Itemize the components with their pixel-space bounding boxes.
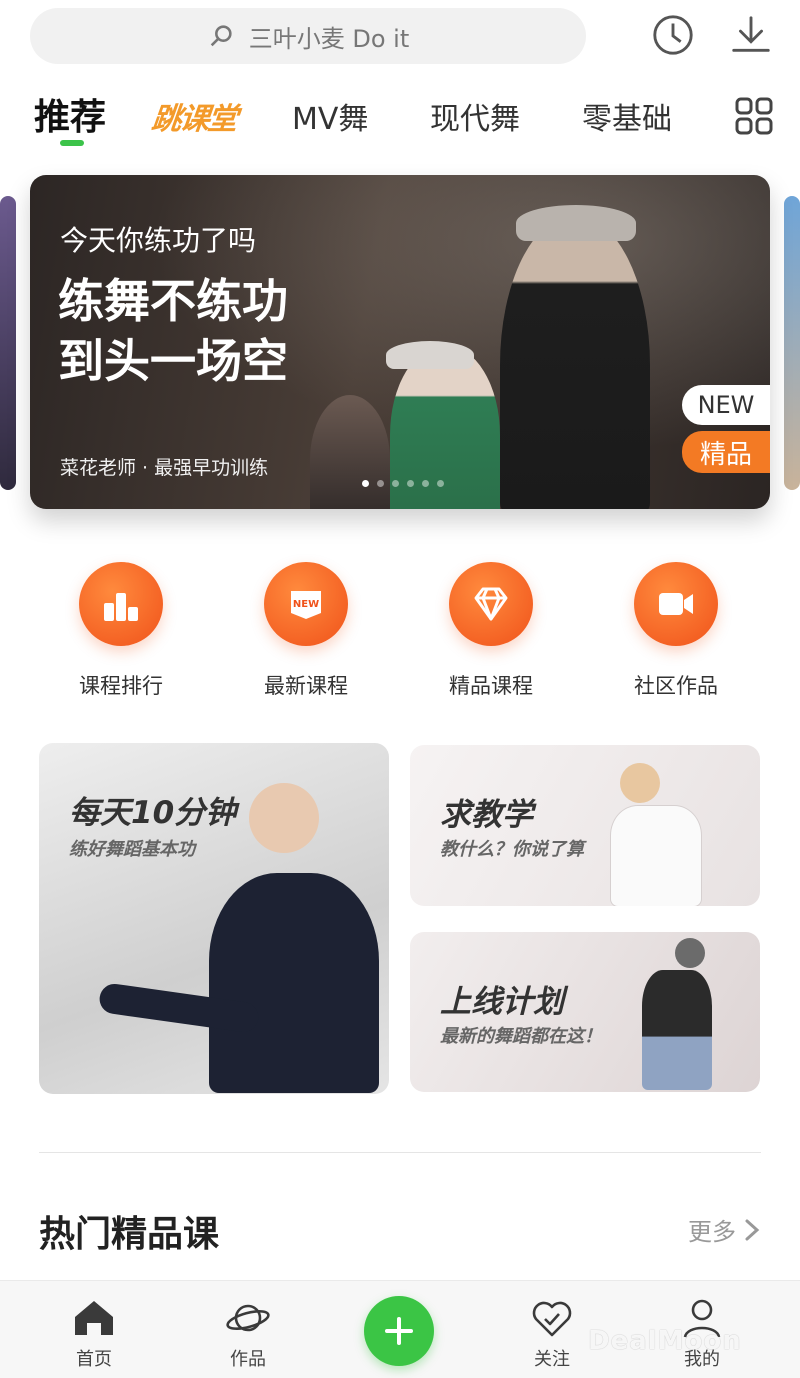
tab-modern-dance[interactable]: 现代舞	[430, 94, 520, 138]
tab-recommend[interactable]: 推荐	[34, 88, 106, 146]
carousel-dot[interactable]	[422, 480, 429, 487]
premium-courses-entry[interactable]: 精品课程	[421, 562, 561, 700]
search-icon	[210, 25, 232, 47]
card-photo-dancer	[620, 763, 660, 803]
release-plan-card[interactable]: 上线计划 最新的舞蹈都在这！	[410, 932, 760, 1092]
card-photo-dancer-body	[642, 970, 712, 1090]
ranking-podium-icon	[104, 593, 138, 621]
card-photo-dancer-dress	[610, 805, 702, 906]
premium-courses-label: 精品课程	[449, 674, 533, 698]
badge-new: NEW	[682, 385, 770, 425]
more-link[interactable]: 更多	[688, 1212, 760, 1247]
watermark: DealMoon	[588, 1326, 742, 1356]
daily-practice-card[interactable]: 每天10分钟 练好舞蹈基本功	[39, 743, 389, 1094]
heart-check-icon	[532, 1301, 572, 1337]
request-teaching-title: 求教学	[440, 797, 533, 833]
card-photo-dancer-body	[209, 873, 379, 1093]
daily-practice-title: 每天10分钟	[69, 795, 237, 831]
grid-menu-icon[interactable]	[734, 96, 774, 136]
carousel-dot[interactable]	[407, 480, 414, 487]
banner-caption: 菜花老师 · 最强早功训练	[60, 457, 269, 479]
more-label: 更多	[688, 1218, 736, 1246]
banner-subtitle: 今天你练功了吗	[60, 224, 257, 257]
home-icon	[75, 1301, 113, 1335]
carousel-dot[interactable]	[377, 480, 384, 487]
nav-follow[interactable]: 关注	[502, 1295, 602, 1371]
create-button[interactable]	[364, 1296, 434, 1366]
latest-courses-entry[interactable]: NEW 最新课程	[236, 562, 376, 700]
course-ranking-label: 课程排行	[79, 674, 163, 698]
history-icon[interactable]	[650, 12, 696, 58]
latest-courses-label: 最新课程	[264, 674, 348, 698]
search-bar[interactable]: 三叶小麦 Do it	[30, 8, 586, 64]
diamond-icon	[474, 587, 508, 621]
course-ranking-entry[interactable]: 课程排行	[51, 562, 191, 700]
community-works-label: 社区作品	[634, 674, 718, 698]
carousel-next-slide[interactable]	[784, 196, 800, 490]
carousel-dot[interactable]	[362, 480, 369, 487]
tab-tiaoketang[interactable]: 跳课堂	[150, 94, 239, 138]
search-placeholder: 三叶小麦 Do it	[248, 24, 410, 53]
card-photo-dancer	[249, 783, 319, 853]
nav-works[interactable]: 作品	[198, 1295, 298, 1371]
hot-courses-title: 热门精品课	[39, 1214, 220, 1255]
banner-title-line-1: 练舞不练功	[58, 274, 288, 328]
video-camera-icon	[659, 593, 693, 615]
nav-works-label: 作品	[230, 1349, 266, 1370]
request-teaching-card[interactable]: 求教学 教什么？你说了算	[410, 745, 760, 906]
quick-entry-row: 课程排行 NEW 最新课程 精品课程 社区作品	[0, 562, 800, 698]
download-icon[interactable]	[728, 12, 774, 58]
tab-mv-dance[interactable]: MV舞	[292, 94, 368, 138]
daily-practice-subtitle: 练好舞蹈基本功	[69, 839, 195, 860]
banner-carousel[interactable]: 今天你练功了吗 练舞不练功 到头一场空 菜花老师 · 最强早功训练 NEW 精品	[30, 175, 770, 509]
nav-home-label: 首页	[76, 1349, 112, 1370]
nav-follow-label: 关注	[534, 1349, 570, 1370]
carousel-indicator	[362, 480, 444, 487]
section-divider	[39, 1152, 761, 1153]
carousel-prev-slide[interactable]	[0, 196, 16, 490]
request-teaching-subtitle: 教什么？你说了算	[440, 839, 584, 860]
community-works-entry[interactable]: 社区作品	[606, 562, 746, 700]
release-plan-subtitle: 最新的舞蹈都在这！	[440, 1026, 602, 1047]
banner-title: 练舞不练功 到头一场空	[58, 271, 418, 391]
svg-text:NEW: NEW	[293, 599, 319, 610]
release-plan-title: 上线计划	[440, 984, 564, 1020]
chevron-right-icon	[745, 1219, 760, 1240]
badge-premium: 精品	[682, 431, 770, 473]
banner-photo-dancer-3	[310, 395, 390, 509]
planet-icon	[226, 1304, 270, 1332]
banner-title-line-2: 到头一场空	[58, 334, 288, 388]
tab-beginner[interactable]: 零基础	[582, 94, 672, 138]
banner-photo-cap	[516, 205, 636, 241]
new-tag-icon: NEW	[291, 591, 321, 619]
nav-home[interactable]: 首页	[44, 1295, 144, 1371]
carousel-dot[interactable]	[437, 480, 444, 487]
plus-icon	[385, 1317, 413, 1345]
card-photo-dancer	[675, 938, 705, 968]
carousel-dot[interactable]	[392, 480, 399, 487]
banner-photo-dancer-1	[500, 215, 650, 509]
category-tabs: 推荐 跳课堂 MV舞 现代舞 零基础	[34, 88, 774, 148]
